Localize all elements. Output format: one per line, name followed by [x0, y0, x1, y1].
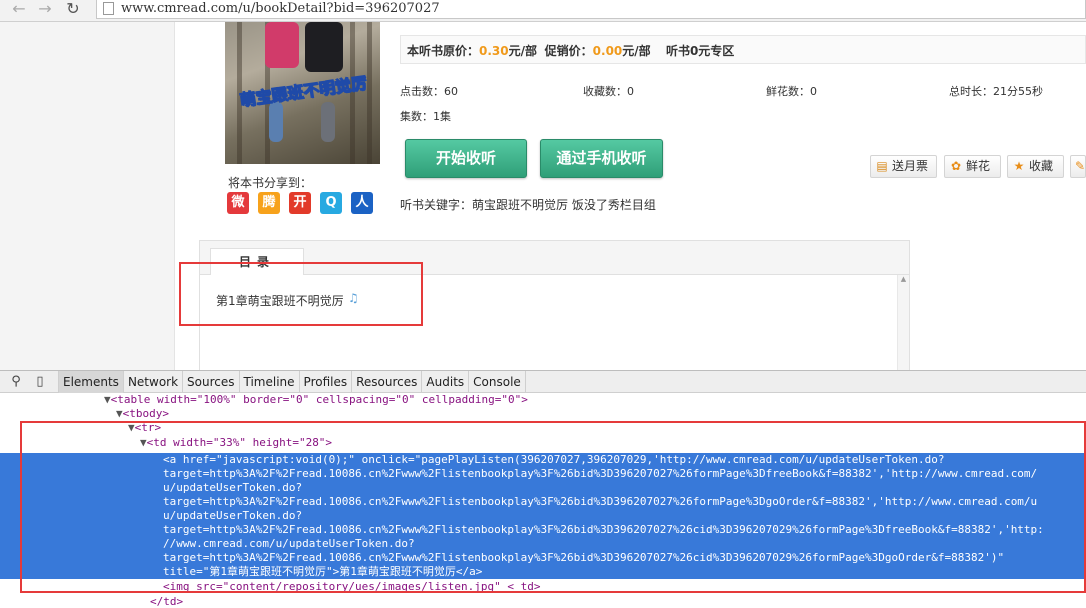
sale-price-value: 0.00 — [592, 44, 623, 58]
total-duration: 总时长：21分55秒 — [949, 85, 1043, 98]
inspect-search-icon[interactable]: ⚲ — [8, 374, 24, 390]
tab-resources[interactable]: Resources — [352, 371, 423, 393]
sale-price-label: 促销价： — [544, 44, 593, 58]
tab-profiles[interactable]: Profiles — [300, 371, 353, 393]
dom-node-table[interactable]: ▼<table width="100%" border="0" cellspac… — [104, 393, 528, 407]
listen-keywords: 听书关键字：萌宝跟班不明觉厉 饭没了秀栏目组 — [400, 198, 656, 212]
tencent-weibo-share-icon[interactable]: 腾 — [258, 192, 280, 214]
forward-arrow-icon[interactable]: → — [34, 0, 56, 20]
favorite-button[interactable]: ★ 收藏 — [1007, 155, 1064, 178]
renren-share-icon[interactable]: 人 — [351, 192, 373, 214]
toc-scrollbar[interactable]: ▲ — [897, 275, 909, 371]
free-zone-label: 听书0元专区 — [665, 44, 735, 58]
original-price-label: 本听书原价： — [407, 44, 480, 58]
more-button[interactable]: ✎ — [1070, 155, 1086, 178]
price-box: 本听书原价：0.30元/部 促销价：0.00元/部 听书0元专区 — [400, 35, 1086, 64]
favorite-label: 收藏 — [1029, 159, 1054, 173]
phone-listen-button[interactable]: 通过手机收听 — [540, 139, 663, 178]
flower-label: 鲜花 — [966, 159, 991, 173]
click-count: 点击数：60 — [400, 85, 458, 98]
share-icons: 微 腾 开 Q 人 — [227, 192, 373, 214]
tab-network[interactable]: Network — [124, 371, 184, 393]
expand-triangle-icon[interactable]: ▼ — [104, 393, 111, 406]
tab-elements[interactable]: Elements — [58, 371, 124, 393]
ticket-icon: ▤ — [876, 159, 888, 173]
back-arrow-icon[interactable]: ← — [8, 0, 30, 20]
original-price-value: 0.30 — [479, 44, 509, 58]
devtools-tabs: Elements Network Sources Timeline Profil… — [58, 371, 526, 393]
page-icon — [103, 2, 114, 15]
highlight-box-code — [20, 421, 1086, 593]
dom-node-td-close[interactable]: </td> — [150, 595, 183, 608]
monthly-ticket-button[interactable]: ▤ 送月票 — [870, 155, 937, 178]
cover-title: 萌宝跟班不明觉厉 — [238, 73, 368, 111]
start-listen-button[interactable]: 开始收听 — [405, 139, 527, 178]
tab-console[interactable]: Console — [469, 371, 526, 393]
price-unit: 元/部 — [508, 44, 538, 58]
weibo-share-icon[interactable]: 微 — [227, 192, 249, 214]
expand-triangle-icon[interactable]: ▼ — [116, 407, 123, 420]
qzone-share-icon[interactable]: Q — [320, 192, 342, 214]
flower-count: 鲜花数：0 — [766, 85, 817, 98]
address-bar[interactable]: www.cmread.com/u/bookDetail?bid=39620702… — [96, 0, 1086, 19]
dom-node-tbody[interactable]: ▼<tbody> — [116, 407, 169, 421]
book-cover-image[interactable]: 萌宝跟班不明觉厉 — [225, 22, 380, 164]
sale-price-unit: 元/部 — [622, 44, 651, 58]
device-mode-icon[interactable]: ▯ — [32, 374, 48, 390]
tab-sources[interactable]: Sources — [183, 371, 240, 393]
favorite-count: 收藏数：0 — [583, 85, 634, 98]
flower-icon: ✿ — [950, 159, 962, 173]
reload-icon[interactable]: ↻ — [62, 0, 84, 20]
devtools-toolbar: ⚲ ▯ Elements Network Sources Timeline Pr… — [0, 370, 1086, 393]
tab-audits[interactable]: Audits — [422, 371, 470, 393]
edit-icon: ✎ — [1074, 159, 1086, 173]
flower-button[interactable]: ✿ 鲜花 — [944, 155, 1001, 178]
browser-toolbar: ← → ↻ www.cmread.com/u/bookDetail?bid=39… — [0, 0, 1086, 22]
episode-count: 集数：1集 — [400, 110, 451, 123]
page-left-gutter — [0, 22, 175, 370]
url-text: www.cmread.com/u/bookDetail?bid=39620702… — [121, 1, 440, 16]
ticket-label: 送月票 — [892, 159, 929, 173]
star-icon: ★ — [1013, 159, 1025, 173]
share-label: 将本书分享到： — [228, 176, 313, 190]
kaixin-share-icon[interactable]: 开 — [289, 192, 311, 214]
tab-timeline[interactable]: Timeline — [240, 371, 300, 393]
highlight-box-chapter — [179, 262, 423, 326]
